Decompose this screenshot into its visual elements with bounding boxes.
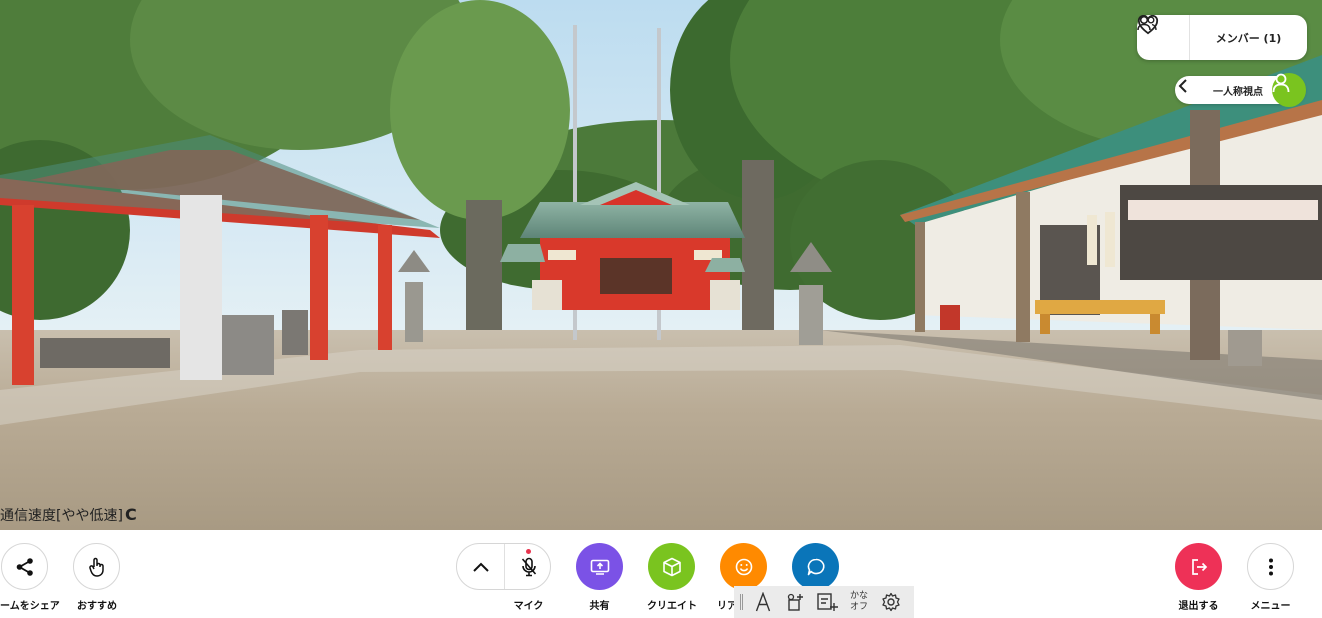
kana-toggle[interactable]: かな オフ: [843, 586, 875, 618]
person-icon: [1272, 73, 1290, 93]
network-status-text: 通信速度[やや低速]: [0, 508, 123, 524]
exit-button[interactable]: [1175, 543, 1222, 590]
tool-strip-divider: [740, 594, 743, 610]
tool-strip: かな オフ: [734, 586, 914, 618]
share-label: 共有: [589, 601, 610, 612]
chat-bubble-icon: [807, 558, 825, 575]
3d-viewport[interactable]: 通信速度[やや低速] C メンバー (1) 一人称視点: [0, 0, 1322, 530]
share-room-label: ームをシェア: [0, 601, 60, 612]
screen-share-icon: [590, 559, 609, 575]
top-right-pill: メンバー (1): [1137, 15, 1307, 60]
kana-line-1: かな: [849, 591, 868, 601]
chevron-left-icon: [1178, 79, 1187, 93]
add-board-icon: [817, 593, 838, 611]
exit-label: 退出する: [1178, 601, 1219, 612]
add-board-button[interactable]: [811, 586, 843, 618]
mic-status-dot: [526, 549, 531, 554]
avatar[interactable]: [1272, 73, 1306, 107]
menu-button[interactable]: [1247, 543, 1294, 590]
hand-pointer-icon: [88, 557, 104, 577]
settings-button[interactable]: [875, 586, 907, 618]
mic-group: [456, 543, 551, 590]
shrine-scene-image: [0, 0, 1322, 530]
kana-toggle-text: かな オフ: [850, 591, 868, 613]
smile-icon: [735, 558, 752, 575]
more-vertical-icon: [1268, 558, 1273, 575]
share-button[interactable]: [576, 543, 623, 590]
recommend-button[interactable]: [73, 543, 120, 590]
people-icon: [1137, 15, 1157, 31]
exit-icon: [1191, 558, 1207, 575]
expand-button[interactable]: [457, 544, 504, 589]
pov-back-button[interactable]: [1178, 79, 1200, 101]
members-label: メンバー (1): [1215, 31, 1282, 45]
menu-label: メニュー: [1250, 601, 1291, 612]
add-object-button[interactable]: [779, 586, 811, 618]
add-object-icon: [787, 593, 803, 611]
bottom-toolbar: ームをシェア おすすめ マイク 共有 クリエイト リア かな オフ 退出する メ…: [0, 530, 1322, 618]
cube-icon: [662, 557, 681, 576]
mic-label: マイク: [513, 601, 544, 612]
share-room-button[interactable]: [1, 543, 48, 590]
create-label: クリエイト: [647, 601, 697, 612]
mic-off-icon: [521, 557, 536, 576]
reload-icon[interactable]: C: [125, 505, 137, 524]
chevron-up-icon: [472, 562, 489, 572]
font-size-button[interactable]: [747, 586, 779, 618]
recommend-label: おすすめ: [77, 601, 117, 612]
reaction-button[interactable]: [720, 543, 767, 590]
gear-icon: [882, 592, 900, 612]
create-button[interactable]: [648, 543, 695, 590]
kana-line-2: オフ: [849, 602, 868, 612]
network-status: 通信速度[やや低速] C: [0, 505, 137, 525]
chat-button[interactable]: [792, 543, 839, 590]
members-button[interactable]: メンバー (1): [1137, 15, 1307, 60]
font-size-icon: [755, 592, 771, 612]
share-icon: [16, 557, 33, 576]
pov-label: 一人称視点: [1213, 87, 1263, 98]
